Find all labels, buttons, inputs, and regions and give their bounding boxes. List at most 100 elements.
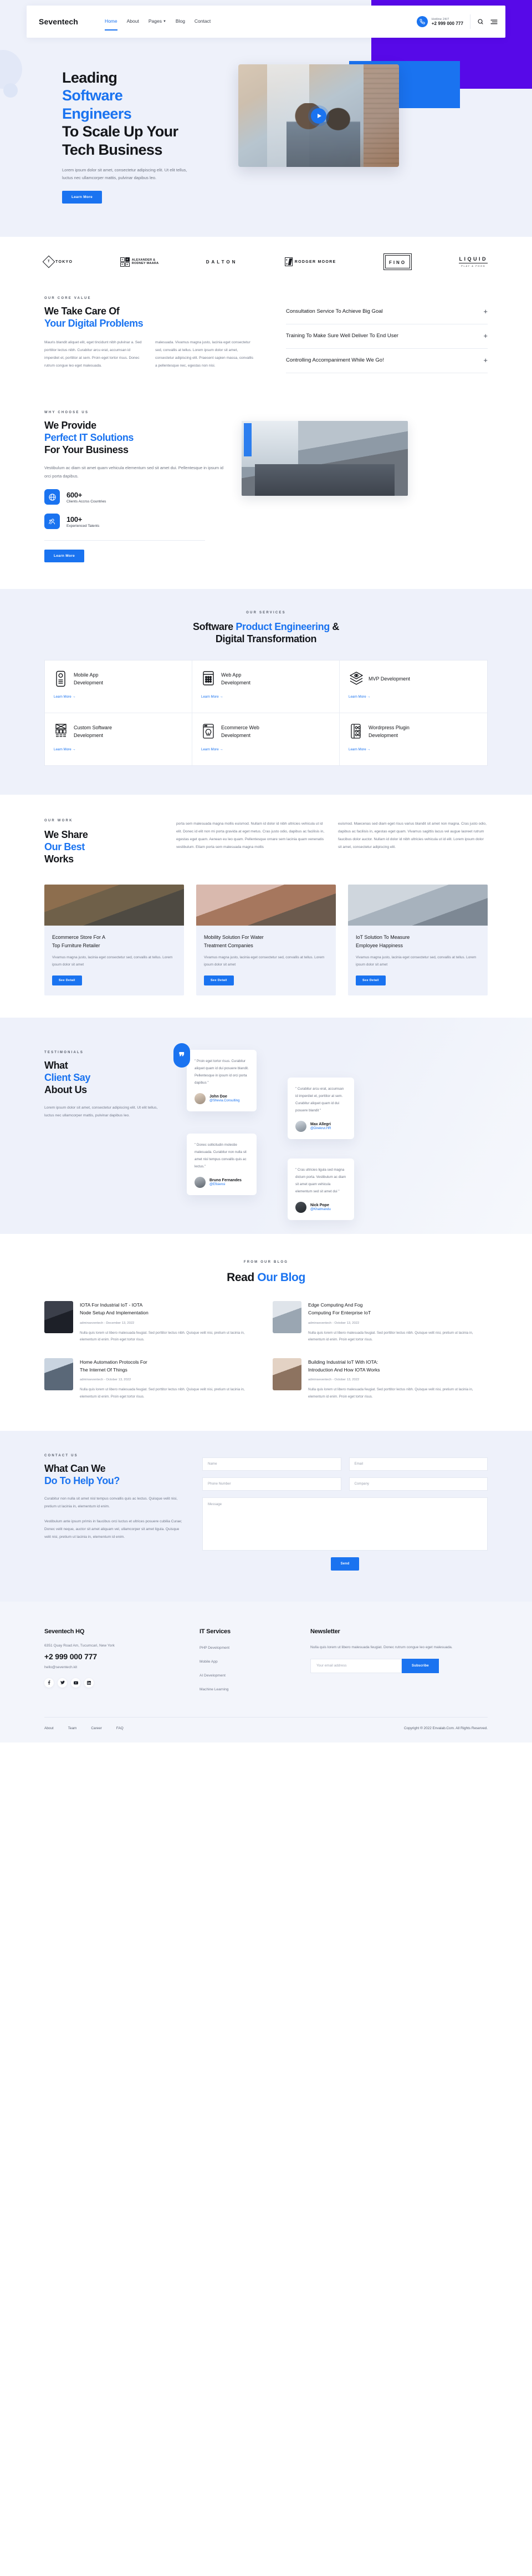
footer-col-services: IT Services PHP Development Mobile App A… <box>200 1628 294 1691</box>
hotline-block[interactable]: Hotline 24/7 +2 999 000 777 <box>416 16 463 27</box>
work-see-detail-button[interactable]: See Detail <box>52 975 82 985</box>
blog-post-title-line2: Introduction And How IOTA Works <box>308 1367 380 1373</box>
testimonial-quote: " Curabitur arcu erat, accumsan id imper… <box>295 1086 344 1112</box>
message-textarea[interactable]: Message <box>202 1497 488 1551</box>
layers-eye-icon <box>349 670 363 687</box>
why-image <box>242 420 408 496</box>
service-card-wordpress-plugin[interactable]: Wordrpress Plugin Development Learn More… <box>340 713 487 765</box>
blog-post[interactable]: Home Automation Protocols For The Intern… <box>44 1358 259 1401</box>
nav-item-about[interactable]: About <box>127 18 139 26</box>
footer-service-link-ml[interactable]: Machine Learning <box>200 1688 294 1691</box>
blog-post-title: Edge Computing And Fog Computing For Ent… <box>308 1301 488 1317</box>
hero-learn-more-button[interactable]: Learn More <box>62 191 103 204</box>
service-card-title: Wordrpress Plugin Development <box>369 724 410 740</box>
plus-icon[interactable]: + <box>483 308 488 315</box>
accordion-item[interactable]: Controlling Accompaniment While We Go! + <box>286 349 488 373</box>
work-card[interactable]: IoT Solution To Measure Employee Happine… <box>348 885 488 995</box>
hero-image <box>238 64 399 167</box>
blog-post-title: Building Industrial IoT With IOTA: Intro… <box>308 1358 488 1374</box>
service-card-custom-software[interactable]: Custom Software Development Learn More → <box>45 713 192 766</box>
service-card-ecommerce-web[interactable]: Ecommerce Web Development Learn More → <box>192 713 340 766</box>
service-card-title: Mobile App Development <box>74 671 103 687</box>
testimonials-heading-block: TESTIMONIALS What Client Say About Us Lo… <box>44 1043 163 1204</box>
phone-icon <box>416 16 428 27</box>
email-input[interactable]: Email <box>349 1457 488 1471</box>
footer-email[interactable]: hello@seventech.kit <box>44 1665 183 1669</box>
nav-item-pages[interactable]: Pages ▼ <box>149 18 166 26</box>
blog-post-thumbnail <box>44 1358 73 1390</box>
footer-link-career[interactable]: Career <box>91 1726 102 1730</box>
blog-post[interactable]: Edge Computing And Fog Computing For Ent… <box>273 1301 488 1344</box>
core-value-title: We Take Care Of Your Digital Problems <box>44 306 266 330</box>
blog-post[interactable]: Building Industrial IoT With IOTA: Intro… <box>273 1358 488 1401</box>
phone-input[interactable]: Phone Number <box>202 1477 341 1491</box>
nav-item-blog[interactable]: Blog <box>176 18 185 26</box>
services-title-accent: Product Engineering <box>236 621 330 633</box>
facebook-icon[interactable] <box>44 1678 54 1688</box>
work-see-detail-button[interactable]: See Detail <box>356 975 386 985</box>
company-input[interactable]: Company <box>349 1477 488 1491</box>
search-icon[interactable] <box>477 18 484 25</box>
works-heading-block: OUR WORK We Share Our Best Works <box>44 819 161 866</box>
work-card-title: Ecommerce Store For A Top Furniture Reta… <box>52 933 176 949</box>
service-learn-more-link[interactable]: Learn More → <box>54 695 76 699</box>
blog-post[interactable]: IOTA For Industrial IoT - IOTA Node Setu… <box>44 1301 259 1344</box>
accordion-item-label: Training To Make Sure Well Deliver To En… <box>286 333 398 339</box>
services-section: OUR SERVICES Software Product Engineerin… <box>0 589 532 795</box>
name-input[interactable]: Name <box>202 1457 341 1471</box>
core-value-title-line2: Your Digital Problems <box>44 318 144 329</box>
hamburger-menu-icon[interactable] <box>490 19 498 25</box>
contact-send-wrap: Send <box>202 1557 488 1571</box>
works-title-line2: Our Best <box>44 841 85 853</box>
service-learn-more-link[interactable]: Learn More → <box>349 695 371 699</box>
service-card-web-app[interactable]: Web App Development Learn More → <box>192 660 340 714</box>
service-card-mvp[interactable]: MVP Development Learn More → <box>340 660 487 714</box>
footer-phone[interactable]: +2 999 000 777 <box>44 1652 183 1661</box>
testimonial-author-handle: @Khatmandu <box>310 1207 331 1211</box>
service-card-title: Custom Software Development <box>74 724 112 740</box>
footer-bottom-links: About Team Career FAQ <box>44 1726 124 1730</box>
footer-service-link-mobile[interactable]: Mobile App <box>200 1660 294 1664</box>
footer-service-link-php[interactable]: PHP Development <box>200 1646 294 1650</box>
nav-links: Home About Pages ▼ Blog Contact <box>104 18 211 31</box>
testimonial-card: " Proin eget tortor risus. Curabitur ali… <box>187 1049 257 1111</box>
accordion-item[interactable]: Consultation Service To Achieve Big Goal… <box>286 306 488 325</box>
send-button[interactable]: Send <box>330 1557 360 1571</box>
plus-icon[interactable]: + <box>483 357 488 364</box>
site-footer: Seventech HQ 6351 Quay Road Am, Tucumcar… <box>0 1601 532 1742</box>
plus-icon[interactable]: + <box>483 332 488 339</box>
service-learn-more-link[interactable]: Learn More → <box>54 748 76 751</box>
play-button-icon[interactable] <box>311 108 326 124</box>
footer-link-team[interactable]: Team <box>68 1726 77 1730</box>
nav-item-contact[interactable]: Contact <box>195 18 211 26</box>
blog-post-meta: adminseventech - December 13, 2022 <box>80 1321 135 1325</box>
blog-post-title-line2: The Internet Of Things <box>80 1367 127 1373</box>
youtube-icon[interactable] <box>71 1678 80 1688</box>
hero-title-line5: Tech Business <box>62 141 162 158</box>
linkedin-icon[interactable] <box>84 1678 94 1688</box>
testimonials-eyebrow: TESTIMONIALS <box>44 1050 84 1054</box>
site-logo[interactable]: Seventech <box>39 17 78 26</box>
accordion-item[interactable]: Training To Make Sure Well Deliver To En… <box>286 324 488 349</box>
service-learn-more-link[interactable]: Learn More → <box>349 748 371 751</box>
service-card-mobile-app[interactable]: Mobile App Development Learn More → <box>45 660 192 714</box>
twitter-icon[interactable] <box>58 1678 67 1688</box>
footer-link-about[interactable]: About <box>44 1726 54 1730</box>
work-see-detail-button[interactable]: See Detail <box>204 975 234 985</box>
subscribe-button[interactable]: Subscribe <box>402 1658 439 1673</box>
works-title: We Share Our Best Works <box>44 829 161 866</box>
works-header: OUR WORK We Share Our Best Works porta s… <box>44 819 488 866</box>
footer-service-link-ai[interactable]: AI Development <box>200 1674 294 1678</box>
work-card-text: Vivamus magna justo, lacinia eget consec… <box>52 956 173 967</box>
footer-link-faq[interactable]: FAQ <box>116 1726 124 1730</box>
service-learn-more-link[interactable]: Learn More → <box>201 748 223 751</box>
service-learn-more-link[interactable]: Learn More → <box>201 695 223 699</box>
copyright-text: Copyright ® 2022 Envalab.Com. All Rights… <box>403 1726 488 1730</box>
why-divider <box>44 540 205 541</box>
newsletter-email-input[interactable]: Your email address <box>310 1658 402 1673</box>
nav-item-home[interactable]: Home <box>104 18 117 31</box>
work-card[interactable]: Ecommerce Store For A Top Furniture Reta… <box>44 885 184 995</box>
testimonial-author: Max Allegri @Direkrut.HR <box>295 1120 346 1132</box>
why-learn-more-button[interactable]: Learn More <box>44 550 85 563</box>
work-card[interactable]: Mobility Solution For Water Treatment Co… <box>196 885 336 995</box>
